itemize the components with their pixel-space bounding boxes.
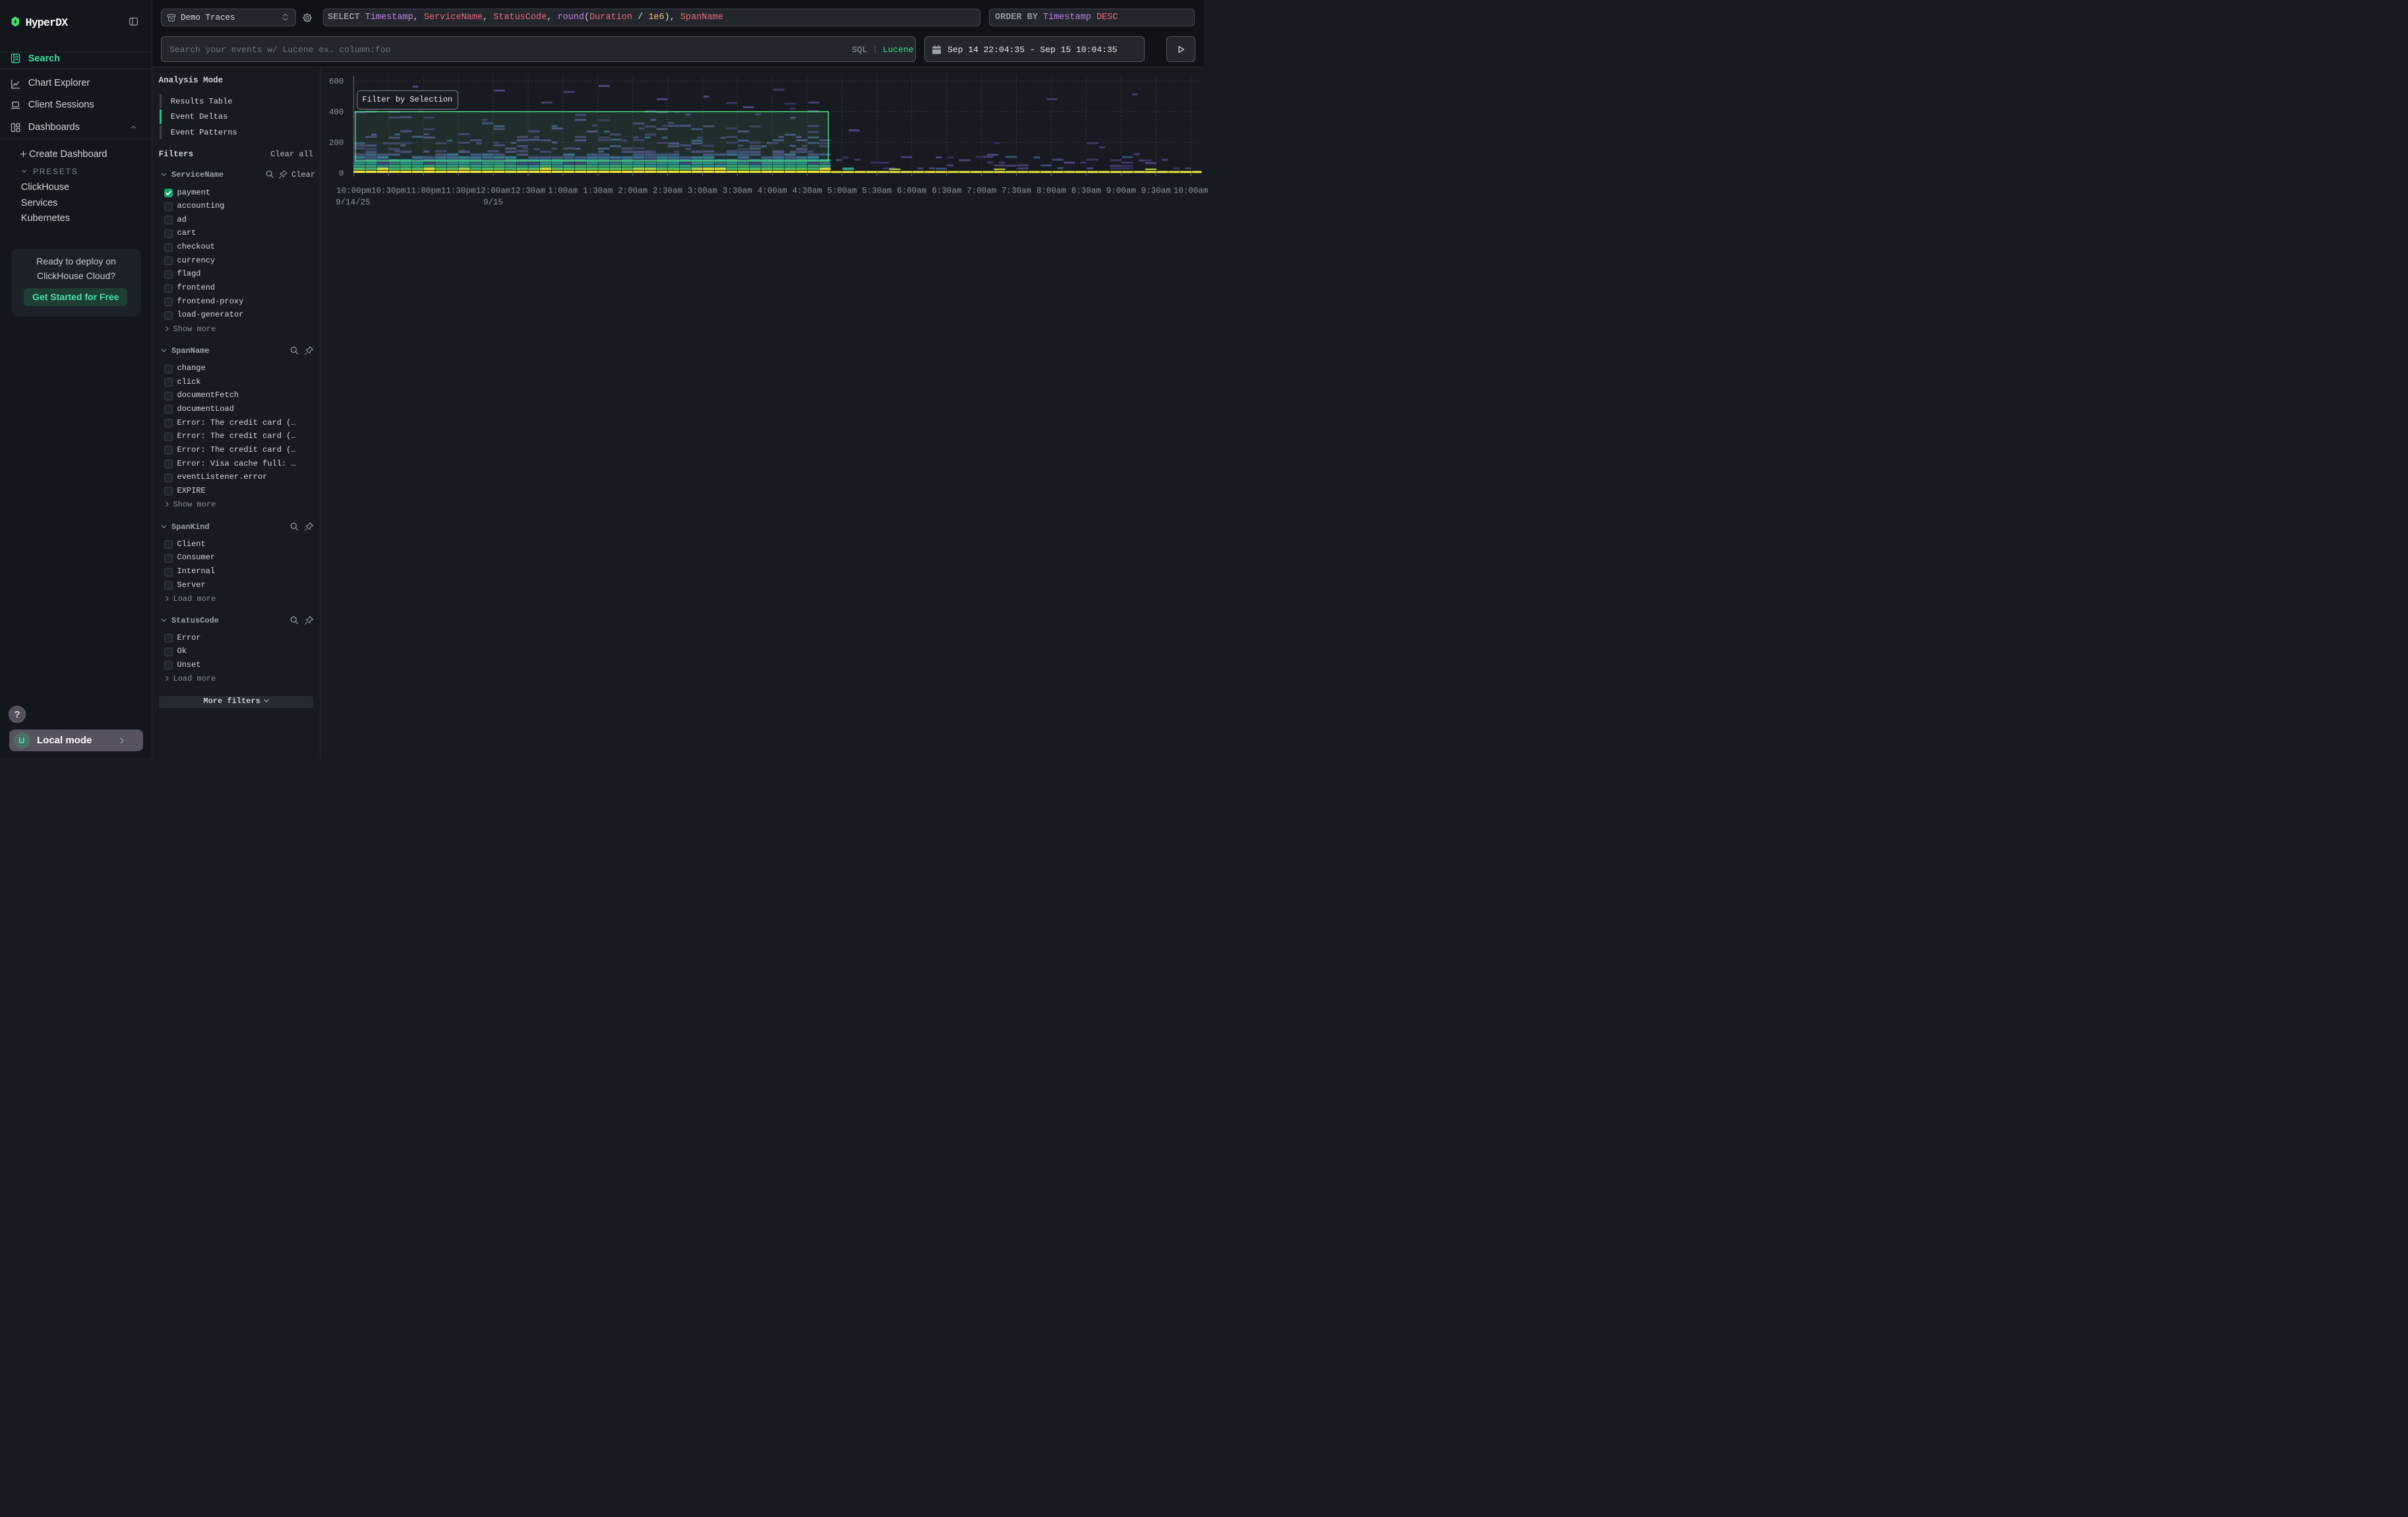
svg-text:9/15: 9/15 xyxy=(483,198,503,207)
svg-text:8:30am: 8:30am xyxy=(1071,187,1100,196)
svg-text:3:00am: 3:00am xyxy=(687,187,717,196)
svg-text:11:30pm: 11:30pm xyxy=(440,187,475,196)
svg-text:7:00am: 7:00am xyxy=(967,187,996,196)
svg-text:11:00pm: 11:00pm xyxy=(406,187,441,196)
svg-text:6:30am: 6:30am xyxy=(932,187,961,196)
svg-text:10:00pm: 10:00pm xyxy=(336,187,371,196)
svg-text:2:30am: 2:30am xyxy=(653,187,682,196)
svg-text:600: 600 xyxy=(328,77,344,86)
svg-text:12:30am: 12:30am xyxy=(510,187,545,196)
svg-text:4:00am: 4:00am xyxy=(757,187,787,196)
svg-text:1:30am: 1:30am xyxy=(583,187,613,196)
svg-text:10:00am: 10:00am xyxy=(1173,187,1208,196)
svg-text:400: 400 xyxy=(328,108,344,117)
svg-text:5:30am: 5:30am xyxy=(862,187,891,196)
svg-text:6:00am: 6:00am xyxy=(897,187,926,196)
svg-text:2:00am: 2:00am xyxy=(618,187,647,196)
svg-text:12:00am: 12:00am xyxy=(475,187,510,196)
svg-text:5:00am: 5:00am xyxy=(827,187,857,196)
svg-text:4:30am: 4:30am xyxy=(792,187,822,196)
svg-text:7:30am: 7:30am xyxy=(1002,187,1031,196)
svg-text:10:30pm: 10:30pm xyxy=(371,187,406,196)
svg-text:200: 200 xyxy=(328,139,344,148)
svg-text:1:00am: 1:00am xyxy=(548,187,578,196)
svg-text:0: 0 xyxy=(338,170,344,179)
svg-text:8:00am: 8:00am xyxy=(1036,187,1066,196)
svg-text:9:00am: 9:00am xyxy=(1106,187,1135,196)
svg-text:9:30am: 9:30am xyxy=(1141,187,1170,196)
svg-text:3:30am: 3:30am xyxy=(722,187,752,196)
svg-text:9/14/25: 9/14/25 xyxy=(336,198,371,207)
